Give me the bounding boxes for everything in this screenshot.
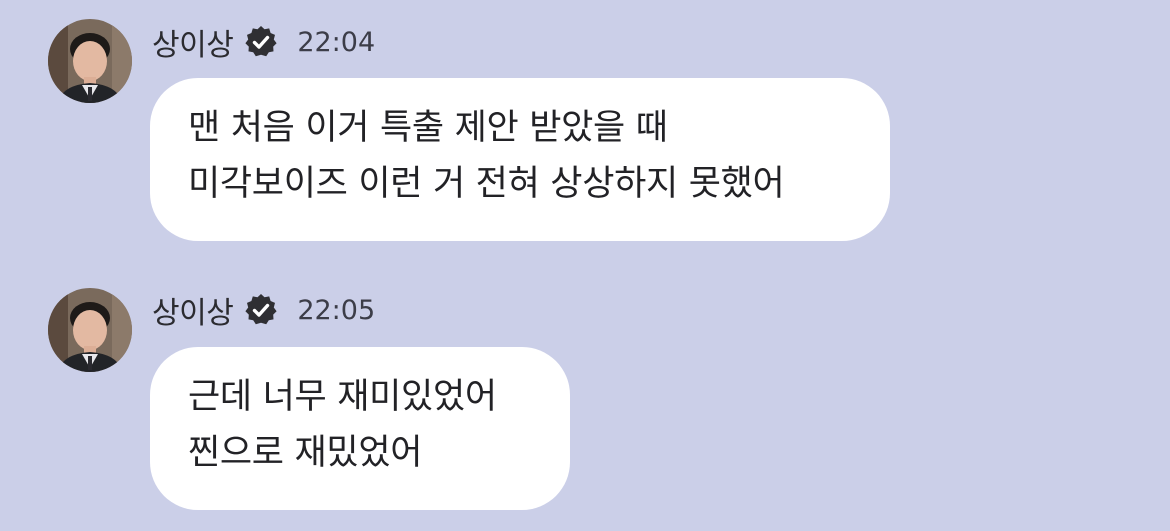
message-bubble[interactable]: 근데 너무 재미있었어 찐으로 재밌었어 [150, 347, 570, 510]
message-text-line: 맨 처음 이거 특출 제안 받았을 때 [188, 108, 668, 148]
message-text-line: 근데 너무 재미있었어 [188, 377, 497, 417]
message-text-line: 미각보이즈 이런 거 전혀 상상하지 못했어 [188, 164, 785, 204]
avatar[interactable] [48, 288, 132, 372]
message-timestamp: 22:04 [297, 26, 376, 58]
verified-badge-icon [243, 24, 279, 60]
message-bubble[interactable]: 맨 처음 이거 특출 제안 받았을 때 미각보이즈 이런 거 전혀 상상하지 못… [150, 78, 890, 241]
sender-name[interactable]: 상이상 [152, 288, 234, 332]
verified-badge-icon [243, 292, 279, 328]
message-header: 상이상 22:04 [152, 20, 375, 64]
message-timestamp: 22:05 [297, 294, 376, 326]
message-text-line: 찐으로 재밌었어 [188, 433, 423, 473]
avatar[interactable] [48, 19, 132, 103]
sender-name[interactable]: 상이상 [152, 20, 234, 64]
message-header: 상이상 22:05 [152, 288, 375, 332]
